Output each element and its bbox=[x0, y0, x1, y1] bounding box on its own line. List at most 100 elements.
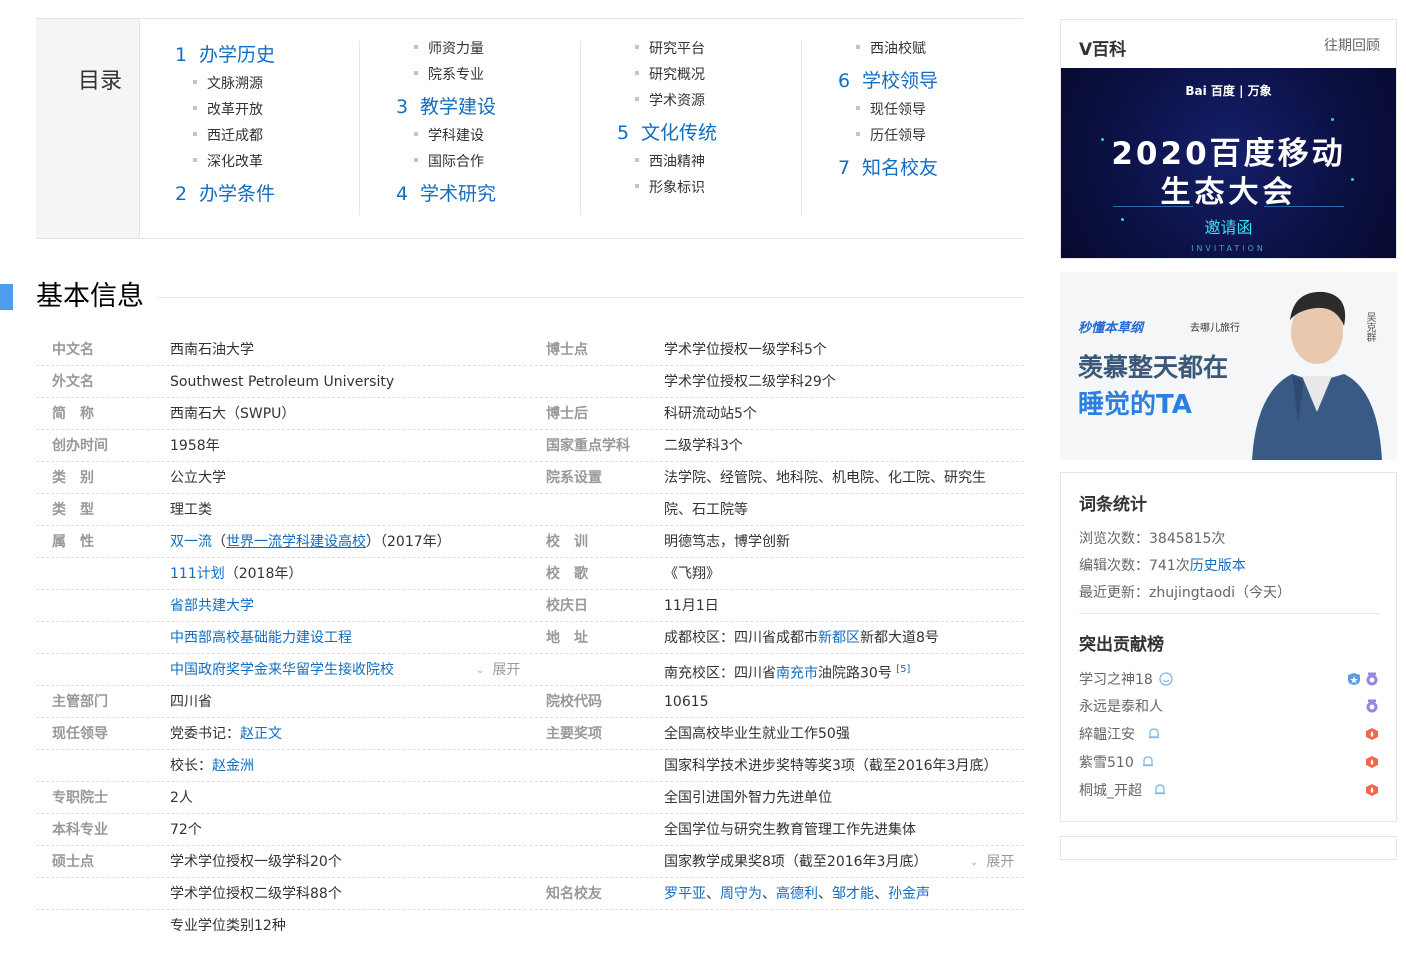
info-row: 主要奖项 全国高校毕业生就业工作50强 bbox=[530, 718, 1024, 750]
catalog-subitem[interactable]: 文脉溯源 bbox=[193, 74, 263, 94]
info-row: 属 性 双一流（世界一流学科建设高校）（2017年） bbox=[36, 526, 526, 558]
info-row: 省部共建大学 bbox=[36, 590, 526, 622]
ad-banner[interactable]: 秒懂本草纲 去哪儿旅行 羡慕整天都在 睡觉的TA 吴克群 bbox=[1060, 272, 1397, 460]
smile-badge-icon bbox=[1159, 672, 1173, 686]
info-row: 现任领导 党委书记：赵正文 bbox=[36, 718, 526, 750]
info-row: 全国引进国外智力先进单位 bbox=[530, 782, 1024, 814]
info-value: 学术学位授权一级学科20个 bbox=[170, 854, 342, 870]
info-row: 类 型 理工类 bbox=[36, 494, 526, 526]
info-label: 院系设置 bbox=[546, 470, 602, 486]
info-row: 简 称 西南石大（SWPU） bbox=[36, 398, 526, 430]
link[interactable]: 赵正文 bbox=[240, 726, 282, 742]
contributor-name[interactable]: 永远是泰和人 bbox=[1079, 696, 1163, 718]
catalog-subitem[interactable]: 师资力量 bbox=[414, 39, 484, 59]
stats-title: 词条统计 bbox=[1079, 495, 1147, 515]
history-link[interactable]: 历史版本 bbox=[1190, 558, 1246, 574]
contributor-name[interactable]: 綷韞江安 bbox=[1079, 724, 1135, 746]
link[interactable]: 世界一流学科建设高校 bbox=[226, 534, 366, 550]
alumni-link[interactable]: 周守为 bbox=[720, 886, 762, 902]
catalog: 目录 1 办学历史 文脉溯源 改革开放 西迁成都 深化改革 2 办学条件 师资力量 … bbox=[36, 18, 1023, 239]
catalog-subitem[interactable]: 学科建设 bbox=[414, 126, 484, 146]
catalog-item[interactable]: 5 文化传统 bbox=[617, 119, 717, 147]
catalog-subitem[interactable]: 国际合作 bbox=[414, 152, 484, 172]
info-value: 四川省 bbox=[170, 694, 212, 710]
info-label: 知名校友 bbox=[546, 886, 602, 902]
catalog-item[interactable]: 2 办学条件 bbox=[175, 180, 275, 208]
info-value: 西南石油大学 bbox=[170, 342, 254, 358]
alumni-link[interactable]: 罗平亚 bbox=[664, 886, 706, 902]
expand-button[interactable]: ⌄ 展开 bbox=[970, 852, 1014, 874]
reference-link[interactable]: [5] bbox=[896, 664, 910, 675]
info-value: 中西部高校基础能力建设工程 bbox=[170, 628, 352, 648]
info-row: 知名校友 罗平亚、周守为、高德利、邹才能、孙金声 bbox=[530, 878, 1024, 910]
link[interactable]: 111计划 bbox=[170, 566, 225, 582]
chevron-down-icon: ⌄ bbox=[970, 857, 979, 868]
info-label: 创办时间 bbox=[52, 438, 108, 454]
info-label: 博士点 bbox=[546, 342, 588, 358]
catalog-item[interactable]: 7 知名校友 bbox=[838, 154, 938, 182]
contributor-row: 学习之神18 bbox=[1079, 669, 1379, 691]
info-value: 公立大学 bbox=[170, 470, 226, 486]
info-row: 院校代码 10615 bbox=[530, 686, 1024, 718]
catalog-subitem[interactable]: 历任领导 bbox=[856, 126, 926, 146]
info-value: 全国引进国外智力先进单位 bbox=[664, 790, 832, 806]
catalog-subitem[interactable]: 西油校赋 bbox=[856, 39, 926, 59]
info-label: 类 型 bbox=[52, 502, 94, 518]
info-value: 111计划（2018年） bbox=[170, 566, 303, 582]
info-label: 中文名 bbox=[52, 342, 94, 358]
alumni-link[interactable]: 邹才能 bbox=[832, 886, 874, 902]
catalog-subitem[interactable]: 现任领导 bbox=[856, 100, 926, 120]
link[interactable]: 新都区 bbox=[818, 630, 860, 646]
info-label: 外文名 bbox=[52, 374, 94, 390]
contributor-name[interactable]: 紫雪510 bbox=[1079, 752, 1134, 774]
section-divider bbox=[158, 297, 1023, 298]
link[interactable]: 省部共建大学 bbox=[170, 598, 254, 614]
contributor-name[interactable]: 学习之神18 bbox=[1079, 669, 1153, 691]
catalog-subitem[interactable]: 西油精神 bbox=[635, 152, 705, 172]
ad-headline: 羡慕整天都在 bbox=[1078, 353, 1229, 382]
info-row: 博士点 学术学位授权一级学科5个 bbox=[530, 334, 1024, 366]
bell-badge-icon bbox=[1149, 728, 1159, 739]
past-issues-link[interactable]: 往期回顾 bbox=[1324, 35, 1380, 55]
info-row: 本科专业 72个 bbox=[36, 814, 526, 846]
catalog-subitem[interactable]: 院系专业 bbox=[414, 65, 484, 85]
catalog-item[interactable]: 1 办学历史 bbox=[175, 41, 275, 69]
contributor-name[interactable]: 桐城_开超 bbox=[1079, 780, 1142, 802]
fire-badge-icon bbox=[1366, 784, 1378, 796]
link[interactable]: 南充市 bbox=[776, 666, 818, 682]
link[interactable]: 赵金洲 bbox=[212, 758, 254, 774]
catalog-item[interactable]: 4 学术研究 bbox=[396, 180, 496, 208]
alumni-link[interactable]: 孙金声 bbox=[888, 886, 930, 902]
entry-stats-panel: 词条统计 浏览次数：3845815次 编辑次数：741次历史版本 最近更新：zh… bbox=[1060, 472, 1397, 822]
info-value: 学术学位授权一级学科5个 bbox=[664, 342, 827, 358]
info-row: 111计划（2018年） bbox=[36, 558, 526, 590]
info-label: 主管部门 bbox=[52, 694, 108, 710]
catalog-item[interactable]: 3 教学建设 bbox=[396, 93, 496, 121]
catalog-item[interactable]: 6 学校领导 bbox=[838, 67, 938, 95]
catalog-subitem[interactable]: 研究平台 bbox=[635, 39, 705, 59]
link[interactable]: 中西部高校基础能力建设工程 bbox=[170, 630, 352, 646]
vbaike-banner[interactable]: Bai 百度 | 万象 2020百度移动 生态大会 邀请函 INVITATION bbox=[1061, 68, 1396, 258]
info-row: 专业学位类别12种 bbox=[36, 910, 526, 942]
info-row: 全国学位与研究生教育管理工作先进集体 bbox=[530, 814, 1024, 846]
catalog-subitem[interactable]: 西迁成都 bbox=[193, 126, 263, 146]
link[interactable]: 双一流 bbox=[170, 534, 212, 550]
catalog-subitem[interactable]: 研究概况 bbox=[635, 65, 705, 85]
decor-dot bbox=[1331, 118, 1334, 121]
info-row: 硕士点 学术学位授权一级学科20个 bbox=[36, 846, 526, 878]
last-updated: 最近更新：zhujingtaodi（今天） bbox=[1079, 585, 1292, 601]
expand-button[interactable]: ⌄ 展开 bbox=[476, 660, 520, 682]
info-label: 主要奖项 bbox=[546, 726, 602, 742]
alumni-link[interactable]: 高德利 bbox=[776, 886, 818, 902]
link[interactable]: 中国政府奖学金来华留学生接收院校 bbox=[170, 662, 394, 678]
level-badge-icon bbox=[1366, 672, 1378, 686]
catalog-subitem[interactable]: 改革开放 bbox=[193, 100, 263, 120]
contributor-row: 綷韞江安 bbox=[1079, 724, 1379, 746]
catalog-subitem[interactable]: 学术资源 bbox=[635, 91, 705, 111]
info-value: 明德笃志，博学创新 bbox=[664, 534, 790, 550]
section-marker bbox=[0, 284, 13, 310]
catalog-subitem[interactable]: 深化改革 bbox=[193, 152, 263, 172]
catalog-subitem[interactable]: 形象标识 bbox=[635, 178, 705, 198]
info-row: 校庆日 11月1日 bbox=[530, 590, 1024, 622]
info-value: 学术学位授权二级学科29个 bbox=[664, 374, 836, 390]
